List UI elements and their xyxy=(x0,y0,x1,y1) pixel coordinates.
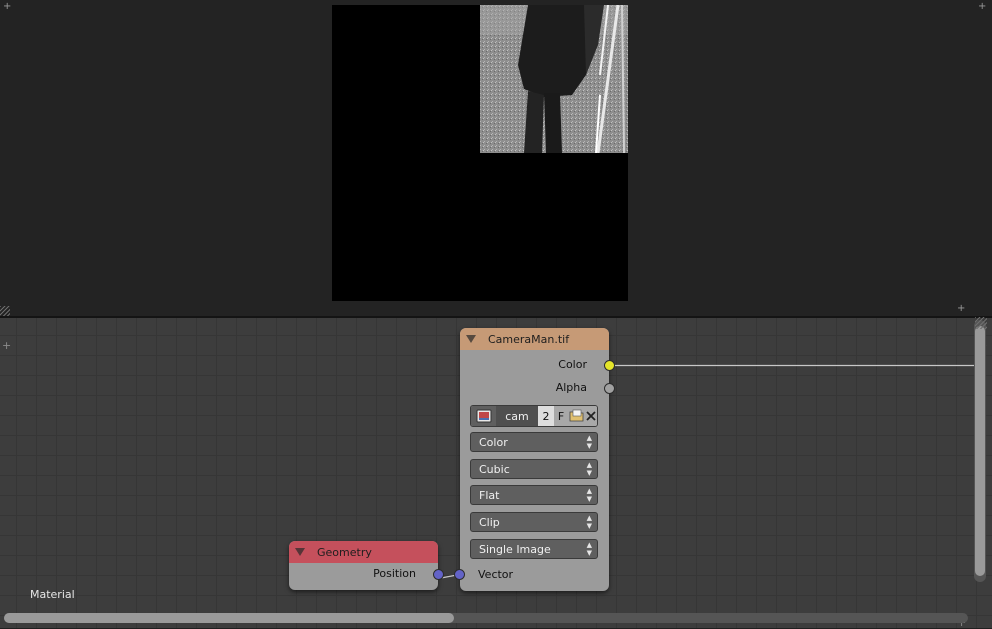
vector-input-row: Vector xyxy=(454,565,609,587)
alpha-output-row: Alpha xyxy=(460,377,615,400)
image-name-field[interactable]: cam xyxy=(496,406,538,426)
image-viewer[interactable]: + + + xyxy=(0,0,992,317)
image-node-title: CameraMan.tif xyxy=(488,332,570,346)
node-editor[interactable]: + + + Geometry Position CameraMan.tif Co… xyxy=(0,318,992,628)
image-texture-node[interactable]: CameraMan.tif Color Alpha cam 2 F Color … xyxy=(454,328,615,591)
area-corner-plus-icon[interactable]: + xyxy=(957,304,965,314)
file-open-icon[interactable] xyxy=(568,406,585,426)
area-corner-plus-icon[interactable]: + xyxy=(3,2,11,12)
area-split-handle[interactable] xyxy=(975,317,987,329)
alpha-output-socket[interactable] xyxy=(604,383,615,394)
geometry-node-title: Geometry xyxy=(317,545,372,559)
image-datablock-selector[interactable]: cam 2 F xyxy=(470,405,598,427)
rendered-image xyxy=(332,5,628,301)
dropdown-arrows-icon: ▲ ▼ xyxy=(586,461,592,477)
dropdown-arrows-icon: ▲ ▼ xyxy=(586,487,592,503)
position-output-label: Position xyxy=(373,567,416,580)
alpha-output-label: Alpha xyxy=(555,381,587,394)
editor-label: Material xyxy=(30,588,75,601)
color-space-dropdown[interactable]: Color ▲ ▼ xyxy=(470,432,598,452)
projection-dropdown[interactable]: Flat ▲ ▼ xyxy=(470,485,598,505)
horizontal-scrollbar-thumb[interactable] xyxy=(4,613,454,623)
area-corner-plus-icon[interactable]: + xyxy=(978,2,986,12)
geometry-node[interactable]: Geometry Position xyxy=(289,541,444,590)
projection-value: Flat xyxy=(479,489,500,502)
color-output-row: Color xyxy=(460,354,615,377)
interpolation-value: Cubic xyxy=(479,463,510,476)
source-value: Single Image xyxy=(479,543,551,556)
position-output-row: Position xyxy=(289,563,444,586)
collapse-triangle-icon[interactable] xyxy=(466,335,476,343)
color-space-value: Color xyxy=(479,436,508,449)
image-browse-icon[interactable] xyxy=(471,406,496,426)
unlink-x-icon[interactable] xyxy=(585,406,597,426)
interpolation-dropdown[interactable]: Cubic ▲ ▼ xyxy=(470,459,598,479)
vector-input-socket[interactable] xyxy=(454,569,465,580)
color-output-label: Color xyxy=(558,358,587,371)
cameraman-photo xyxy=(480,5,628,153)
source-dropdown[interactable]: Single Image ▲ ▼ xyxy=(470,539,598,559)
position-output-socket[interactable] xyxy=(433,569,444,580)
area-split-handle[interactable] xyxy=(0,306,10,316)
vector-input-label: Vector xyxy=(478,568,514,581)
dropdown-arrows-icon: ▲ ▼ xyxy=(586,434,592,450)
geometry-node-header[interactable]: Geometry xyxy=(289,541,438,563)
collapse-triangle-icon[interactable] xyxy=(295,548,305,556)
extension-dropdown[interactable]: Clip ▲ ▼ xyxy=(470,512,598,532)
dropdown-arrows-icon: ▲ ▼ xyxy=(586,514,592,530)
image-users-count[interactable]: 2 xyxy=(538,406,554,426)
color-output-socket[interactable] xyxy=(604,360,615,371)
vertical-scrollbar[interactable] xyxy=(974,320,986,582)
fake-user-button[interactable]: F xyxy=(554,406,568,426)
vertical-scrollbar-thumb[interactable] xyxy=(975,326,985,576)
image-node-header[interactable]: CameraMan.tif xyxy=(460,328,609,350)
extension-value: Clip xyxy=(479,516,500,529)
horizontal-scrollbar[interactable] xyxy=(4,613,968,623)
dropdown-arrows-icon: ▲ ▼ xyxy=(586,541,592,557)
